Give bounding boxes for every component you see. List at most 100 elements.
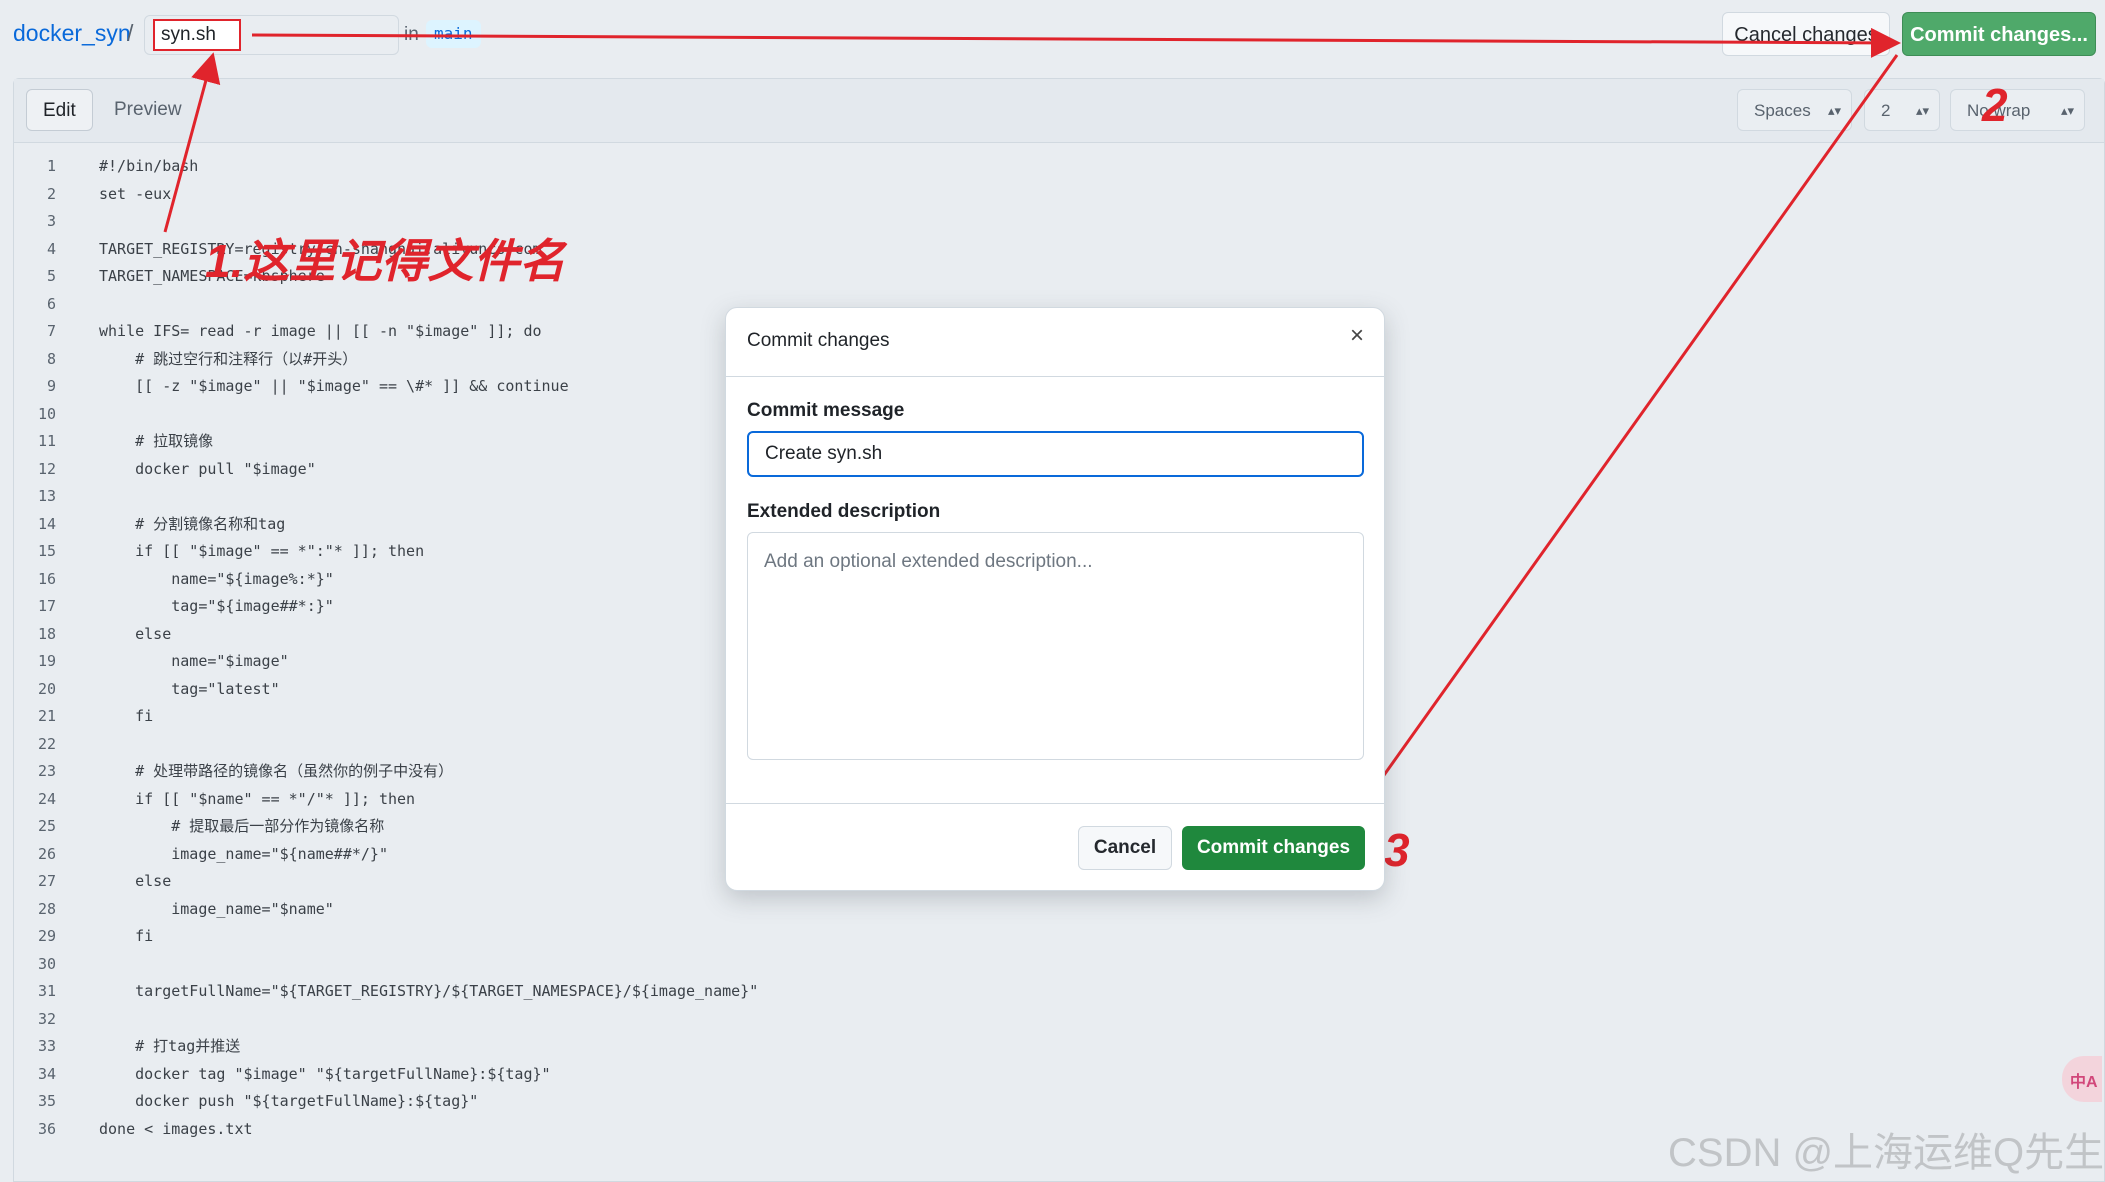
select-caret-icon: ▴▾ bbox=[1915, 103, 1929, 118]
dialog-divider bbox=[726, 376, 1384, 377]
indent-size-value: 2 bbox=[1881, 101, 1891, 120]
line-number: 30 bbox=[37, 954, 56, 973]
line-number: 19 bbox=[37, 652, 56, 670]
commit-dialog: Commit changes × Commit message Create s… bbox=[725, 307, 1385, 891]
code-text: #!/bin/bash bbox=[99, 157, 199, 175]
code-line: 34 docker tag "$image" "${targetFullName… bbox=[14, 1061, 2104, 1089]
line-number: 32 bbox=[37, 1009, 56, 1028]
dialog-cancel-button[interactable]: Cancel bbox=[1078, 826, 1172, 870]
code-text: # 分割镜像名称和tag bbox=[99, 514, 286, 533]
annotation-note-3: 3 bbox=[1384, 824, 1410, 876]
code-line: 31 targetFullName="${TARGET_REGISTRY}/${… bbox=[14, 978, 2104, 1006]
line-number: 15 bbox=[37, 542, 56, 560]
code-text: docker tag "$image" "${targetFullName}:$… bbox=[99, 1064, 551, 1083]
line-number: 12 bbox=[37, 459, 56, 478]
line-number: 20 bbox=[37, 679, 56, 698]
code-line: 1 #!/bin/bash bbox=[14, 153, 2104, 181]
code-text: docker push "${targetFullName}:${tag}" bbox=[99, 1092, 479, 1110]
tab-edit[interactable]: Edit bbox=[26, 89, 93, 131]
code-text: image_name="${name##*/}" bbox=[99, 844, 388, 863]
commit-changes-button[interactable]: Commit changes... bbox=[1902, 12, 2096, 56]
translate-icon: 中A bbox=[2070, 1074, 2098, 1091]
line-number: 25 bbox=[37, 817, 56, 835]
line-number: 23 bbox=[37, 762, 56, 780]
dialog-title: Commit changes bbox=[747, 330, 890, 351]
extended-description-textarea[interactable]: Add an optional extended description... bbox=[747, 532, 1364, 760]
editor-toolbar: Edit Preview Spaces ▴▾ 2 ▴▾ No wrap ▴▾ bbox=[14, 79, 2104, 143]
code-text: # 处理带路径的镜像名（虽然你的例子中没有） bbox=[99, 762, 454, 780]
code-text: targetFullName="${TARGET_REGISTRY}/${TAR… bbox=[99, 982, 759, 1000]
translate-fab[interactable]: 中A bbox=[2062, 1056, 2102, 1102]
select-caret-icon: ▴▾ bbox=[1827, 103, 1841, 118]
code-text: name="$image" bbox=[99, 652, 289, 670]
code-text: image_name="$name" bbox=[99, 899, 334, 918]
line-number: 4 bbox=[46, 239, 56, 258]
code-text: # 提取最后一部分作为镜像名称 bbox=[99, 817, 385, 835]
code-text: tag="latest" bbox=[99, 679, 280, 698]
code-text: docker pull "$image" bbox=[99, 459, 316, 478]
line-number: 29 bbox=[37, 927, 56, 945]
repo-breadcrumb-link[interactable]: docker_syn bbox=[13, 20, 131, 47]
code-line: 33 # 打tag并推送 bbox=[14, 1033, 2104, 1061]
dialog-commit-button[interactable]: Commit changes bbox=[1182, 826, 1365, 870]
indent-size-select[interactable]: 2 ▴▾ bbox=[1864, 89, 1940, 131]
line-number: 24 bbox=[37, 789, 56, 808]
code-line: 28 image_name="$name" bbox=[14, 896, 2104, 924]
code-text: # 打tag并推送 bbox=[99, 1037, 241, 1055]
indent-mode-select[interactable]: Spaces ▴▾ bbox=[1737, 89, 1852, 131]
code-text: name="${image%:*}" bbox=[99, 569, 334, 588]
line-number: 31 bbox=[37, 982, 56, 1000]
line-number: 33 bbox=[37, 1037, 56, 1055]
indent-mode-value: Spaces bbox=[1754, 101, 1811, 120]
code-text: # 拉取镜像 bbox=[99, 432, 214, 450]
line-number: 2 bbox=[46, 184, 56, 203]
code-line: 29 fi bbox=[14, 923, 2104, 951]
line-number: 36 bbox=[37, 1119, 56, 1138]
line-number: 34 bbox=[37, 1064, 56, 1083]
tab-preview[interactable]: Preview bbox=[98, 89, 198, 131]
csdn-watermark: CSDN @上海运维Q先生 bbox=[1668, 1131, 2105, 1175]
extended-description-label: Extended description bbox=[747, 501, 941, 522]
filename-input[interactable]: syn.sh bbox=[153, 19, 241, 51]
line-number: 22 bbox=[37, 734, 56, 753]
line-number: 7 bbox=[46, 322, 56, 340]
line-number: 16 bbox=[37, 569, 56, 588]
line-number: 21 bbox=[37, 707, 56, 725]
code-line: 35 docker push "${targetFullName}:${tag}… bbox=[14, 1088, 2104, 1116]
filename-field-wrapper: syn.sh bbox=[144, 15, 399, 55]
line-number: 14 bbox=[37, 514, 56, 533]
code-text: else bbox=[99, 624, 172, 643]
dialog-divider bbox=[726, 803, 1384, 804]
code-text: fi bbox=[99, 927, 154, 945]
code-text: set -eux bbox=[99, 184, 172, 203]
top-bar: docker_syn / syn.sh in main Cancel chang… bbox=[0, 0, 2105, 72]
code-line: 32 bbox=[14, 1006, 2104, 1034]
line-number: 9 bbox=[46, 377, 56, 395]
wrap-mode-select[interactable]: No wrap ▴▾ bbox=[1950, 89, 2085, 131]
code-line: 30 bbox=[14, 951, 2104, 979]
branch-badge: main bbox=[426, 20, 481, 48]
line-number: 1 bbox=[46, 157, 56, 175]
code-text: done < images.txt bbox=[99, 1119, 253, 1138]
line-number: 18 bbox=[37, 624, 56, 643]
code-line: 2 set -eux bbox=[14, 181, 2104, 209]
annotation-note-1: 1.这里记得文件名 bbox=[205, 235, 566, 287]
line-number: 17 bbox=[37, 597, 56, 615]
cancel-changes-button[interactable]: Cancel changes bbox=[1722, 12, 1890, 56]
close-icon[interactable]: × bbox=[1350, 322, 1364, 350]
line-number: 27 bbox=[37, 872, 56, 890]
commit-message-label: Commit message bbox=[747, 400, 905, 421]
line-number: 11 bbox=[37, 432, 56, 450]
line-number: 28 bbox=[37, 899, 56, 918]
commit-message-input[interactable]: Create syn.sh bbox=[747, 431, 1364, 477]
code-text: while IFS= read -r image || [[ -n "$imag… bbox=[99, 322, 542, 340]
line-number: 26 bbox=[37, 844, 56, 863]
line-number: 5 bbox=[46, 267, 56, 285]
code-text: if [[ "$image" == *":"* ]]; then bbox=[99, 542, 425, 560]
line-number: 35 bbox=[37, 1092, 56, 1110]
line-number: 6 bbox=[46, 294, 56, 313]
line-number: 13 bbox=[37, 487, 56, 505]
code-text: fi bbox=[99, 707, 154, 725]
line-number: 10 bbox=[37, 404, 56, 423]
annotation-note-2: 2 bbox=[1982, 79, 2008, 131]
